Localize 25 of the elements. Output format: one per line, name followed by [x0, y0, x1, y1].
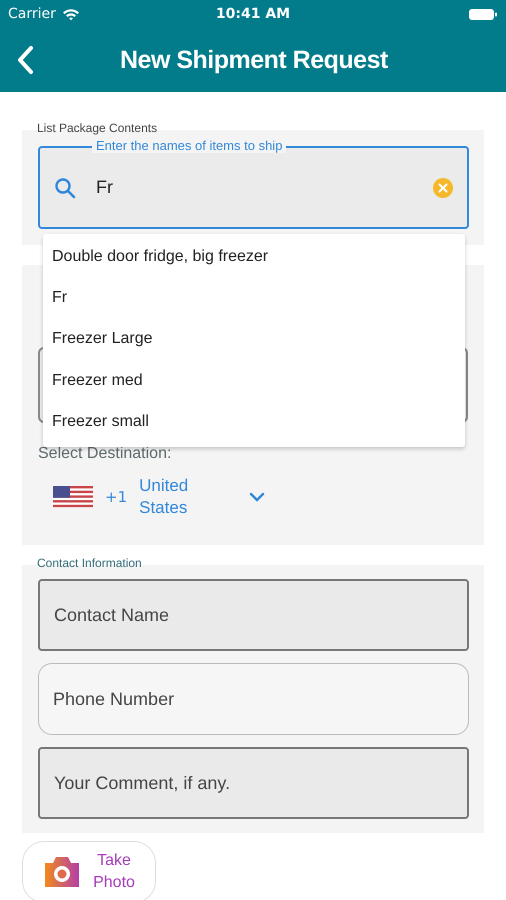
section-label: Contact Information: [37, 556, 142, 570]
battery-icon: [468, 8, 498, 20]
suggestion-item[interactable]: Freezer Large: [43, 318, 465, 360]
camera-icon: [43, 855, 81, 889]
flag-icon: [53, 486, 93, 508]
field-legend: Enter the names of items to ship: [92, 138, 286, 153]
search-value: Fr: [96, 177, 113, 198]
input-field[interactable]: Contact Name: [38, 579, 469, 651]
suggestion-item[interactable]: Fr: [43, 277, 465, 319]
wifi-icon: [62, 8, 80, 20]
back-icon[interactable]: [16, 45, 34, 75]
search-icon: [54, 176, 76, 198]
screen-title: New Shipment Request: [120, 46, 388, 74]
suggestion-item[interactable]: Freezer small: [43, 402, 465, 443]
input-field[interactable]: Your Comment, if any.: [38, 747, 469, 819]
destination-label: Select Destination:: [38, 445, 172, 463]
dial-code: +1: [105, 488, 128, 506]
chevron-down-icon[interactable]: [249, 492, 266, 502]
carrier-label: Carrier: [8, 6, 56, 22]
section-label: List Package Contents: [37, 121, 158, 135]
clear-icon[interactable]: [433, 178, 453, 198]
suggestion-item[interactable]: Double door fridge, big freezer: [43, 236, 465, 278]
input-field[interactable]: Phone Number: [38, 663, 469, 735]
take-photo-button[interactable]: Take Photo: [22, 841, 156, 900]
status-time: 10:41 AM: [214, 6, 292, 22]
